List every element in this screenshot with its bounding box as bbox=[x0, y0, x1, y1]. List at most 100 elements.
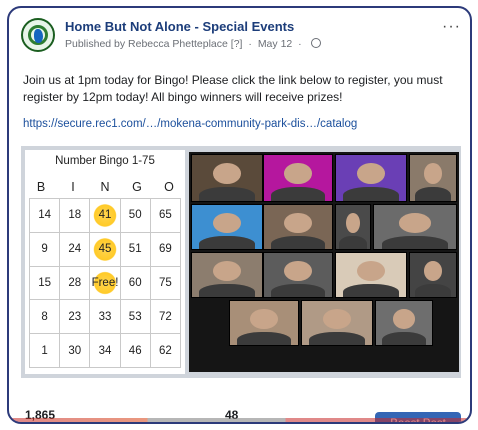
page-title[interactable]: Home But Not Alone - Special Events bbox=[65, 19, 294, 34]
bingo-cell: 53 bbox=[120, 300, 151, 335]
bingo-cell-marked: 45 bbox=[90, 232, 121, 267]
participant-tile bbox=[191, 252, 263, 298]
participant-shoulders bbox=[343, 283, 399, 297]
post-footer: 1,865 48 Boost Post bbox=[21, 384, 461, 422]
bingo-board: Number Bingo 1-75 BINGO 14 18 41 50 65 9 24 45 5… bbox=[25, 150, 185, 374]
bingo-letter: N bbox=[100, 180, 110, 194]
help-marker[interactable]: [?] bbox=[231, 38, 243, 50]
participant-head bbox=[250, 308, 278, 329]
bingo-cell: 46 bbox=[120, 334, 151, 368]
participant-tile bbox=[191, 154, 263, 202]
globe-icon[interactable] bbox=[310, 38, 321, 48]
participant-tile bbox=[335, 154, 407, 202]
bingo-letters: BINGO bbox=[25, 180, 185, 196]
bingo-cell-marked: Free! bbox=[90, 266, 121, 301]
participant-head bbox=[357, 260, 385, 281]
post-date[interactable]: May 12 bbox=[258, 38, 292, 50]
meta-separator-2: · bbox=[298, 38, 302, 50]
reach-count: 1,865 bbox=[25, 408, 56, 422]
participant-head bbox=[213, 260, 241, 281]
engagement-count: 48 bbox=[225, 408, 239, 422]
boost-post-button[interactable]: Boost Post bbox=[375, 412, 461, 422]
bingo-letter: B bbox=[36, 180, 46, 194]
bingo-title: Number Bingo 1-75 bbox=[55, 155, 155, 167]
bingo-cell: 33 bbox=[90, 300, 121, 335]
bingo-cell: 75 bbox=[150, 266, 181, 301]
participant-shoulders bbox=[339, 235, 367, 249]
participant-shoulders bbox=[381, 331, 427, 345]
participant-tile bbox=[191, 204, 263, 250]
page-avatar[interactable] bbox=[21, 18, 55, 52]
participant-head bbox=[284, 212, 312, 233]
participant-tile bbox=[335, 252, 407, 298]
participant-tile bbox=[229, 300, 299, 346]
bingo-cell: 51 bbox=[120, 232, 151, 267]
participant-shoulders bbox=[199, 283, 255, 297]
participant-head bbox=[423, 163, 443, 184]
bingo-grid: 14 18 41 50 65 9 24 45 51 69 15 28 Free! 60 75 8 23 33 53 7… bbox=[29, 198, 181, 368]
bingo-cell: 50 bbox=[120, 199, 151, 233]
participant-shoulders bbox=[343, 187, 399, 201]
bingo-cell: 9 bbox=[30, 232, 61, 267]
participant-tile bbox=[409, 252, 457, 298]
bingo-cell: 15 bbox=[30, 266, 61, 301]
participant-shoulders bbox=[199, 187, 255, 201]
bingo-cell-marked: 41 bbox=[90, 199, 121, 233]
bingo-cell: 65 bbox=[150, 199, 181, 233]
participant-head bbox=[398, 212, 432, 233]
participant-tile bbox=[335, 204, 371, 250]
participant-shoulders bbox=[270, 283, 326, 297]
bingo-cell: 14 bbox=[30, 199, 61, 233]
bingo-cell: 72 bbox=[150, 300, 181, 335]
participant-shoulders bbox=[199, 235, 255, 249]
bingo-cell: 28 bbox=[60, 266, 91, 301]
register-link[interactable]: https://secure.rec1.com/…/mokena-communi… bbox=[23, 118, 357, 130]
participant-tile bbox=[375, 300, 433, 346]
participant-head bbox=[284, 163, 312, 184]
participant-shoulders bbox=[270, 235, 326, 249]
participant-head bbox=[423, 260, 443, 281]
bingo-cell: 1 bbox=[30, 334, 61, 368]
bingo-letter: I bbox=[71, 180, 75, 194]
bingo-cell: 23 bbox=[60, 300, 91, 335]
more-options-icon[interactable]: ··· bbox=[442, 18, 461, 36]
participant-tile bbox=[263, 252, 333, 298]
participant-head bbox=[213, 163, 241, 184]
bingo-cell: 69 bbox=[150, 232, 181, 267]
participant-head bbox=[346, 212, 360, 233]
bingo-cell: 30 bbox=[60, 334, 91, 368]
bingo-cell: 60 bbox=[120, 266, 151, 301]
participant-tile bbox=[373, 204, 457, 250]
post-header: Home But Not Alone - Special Events Publ… bbox=[21, 18, 461, 58]
post-meta: Published by Rebecca Phetteplace [?] · M… bbox=[65, 38, 321, 50]
participant-head bbox=[323, 308, 351, 329]
post-image[interactable]: Number Bingo 1-75 BINGO 14 18 41 50 65 9 24 45 5… bbox=[21, 146, 461, 378]
post-frame: Home But Not Alone - Special Events Publ… bbox=[7, 6, 472, 424]
participant-shoulders bbox=[414, 283, 452, 297]
logo-shape bbox=[34, 29, 43, 43]
bingo-cell: 18 bbox=[60, 199, 91, 233]
participant-tile bbox=[263, 154, 333, 202]
participant-shoulders bbox=[309, 331, 365, 345]
participant-tile bbox=[301, 300, 373, 346]
video-call-grid bbox=[189, 152, 459, 372]
bingo-letter: O bbox=[164, 180, 174, 194]
meta-separator: · bbox=[248, 38, 252, 50]
participant-head bbox=[392, 308, 416, 329]
post-message: Join us at 1pm today for Bingo! Please c… bbox=[23, 73, 443, 104]
participant-shoulders bbox=[236, 331, 292, 345]
bingo-letter: G bbox=[132, 180, 142, 194]
bingo-cell: 62 bbox=[150, 334, 181, 368]
participant-shoulders bbox=[414, 187, 452, 201]
bingo-cell: 34 bbox=[90, 334, 121, 368]
participant-shoulders bbox=[270, 187, 326, 201]
participant-tile bbox=[263, 204, 333, 250]
participant-tile bbox=[409, 154, 457, 202]
participant-shoulders bbox=[382, 235, 448, 249]
participant-head bbox=[213, 212, 241, 233]
participant-head bbox=[357, 163, 385, 184]
bingo-cell: 8 bbox=[30, 300, 61, 335]
participant-head bbox=[284, 260, 312, 281]
publisher-label[interactable]: Published by Rebecca Phetteplace bbox=[65, 38, 228, 50]
bingo-cell: 24 bbox=[60, 232, 91, 267]
